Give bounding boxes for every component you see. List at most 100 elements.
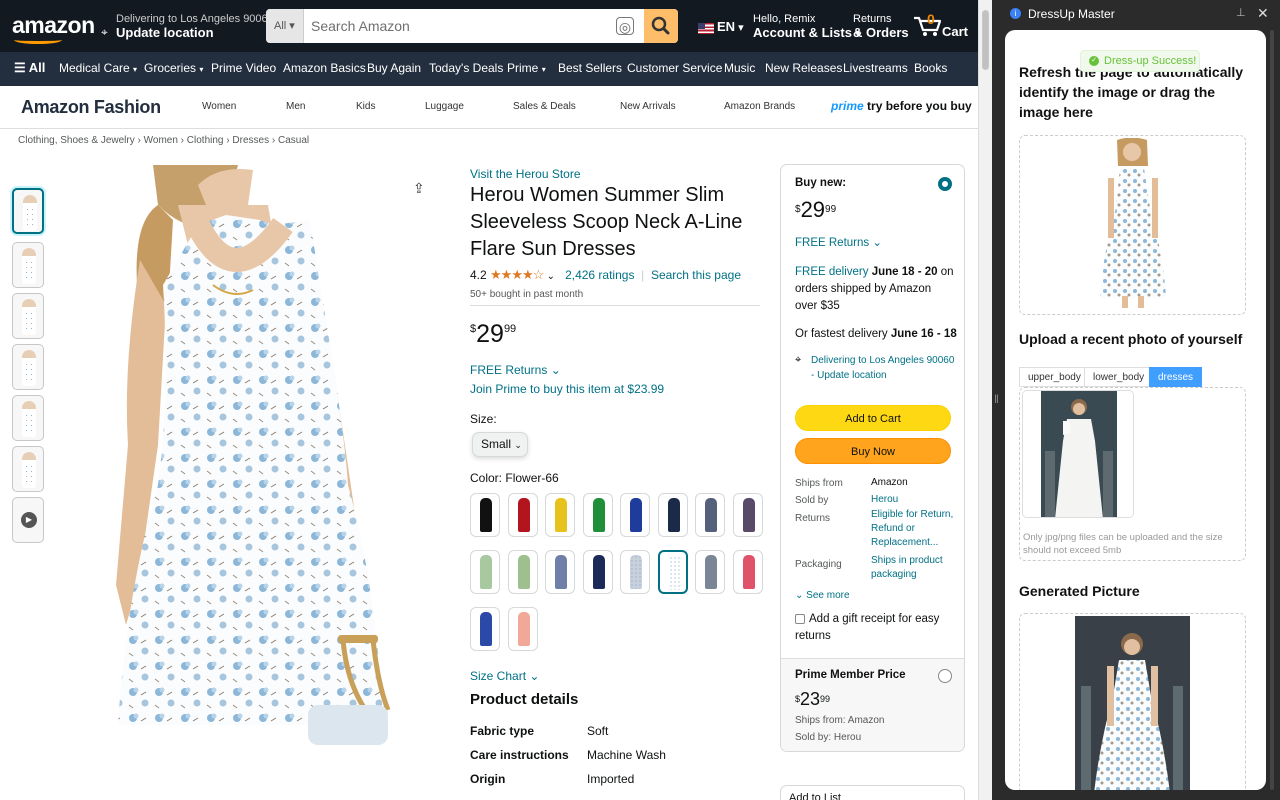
color-swatch[interactable] (582, 550, 613, 594)
color-swatch[interactable] (657, 550, 688, 594)
prime-member-radio[interactable] (938, 669, 952, 683)
add-to-cart-button[interactable]: Add to Cart (795, 405, 951, 431)
page-scrollbar[interactable] (978, 0, 992, 800)
amazon-logo[interactable]: amazon (12, 12, 95, 39)
nav-medical-care[interactable]: Medical Care ▾ (59, 61, 137, 75)
tab-lower-body[interactable]: lower_body (1084, 367, 1154, 387)
camera-search-icon[interactable]: ◎ (616, 17, 634, 35)
color-swatch[interactable] (470, 607, 500, 651)
add-to-list-button[interactable]: Add to List (780, 785, 965, 800)
video-thumbnail[interactable]: ▶ (12, 497, 44, 543)
tab-dresses[interactable]: dresses (1149, 367, 1203, 387)
join-prime-link[interactable]: Join Prime to buy this item at $23.99 (470, 382, 664, 396)
nav-buy-again[interactable]: Buy Again (367, 61, 421, 75)
fashion-kids[interactable]: Kids (356, 101, 375, 112)
breadcrumb-item[interactable]: Clothing, Shoes & Jewelry (18, 135, 135, 146)
nav-best-sellers[interactable]: Best Sellers (558, 61, 622, 75)
store-link[interactable]: Visit the Herou Store (470, 167, 581, 181)
gift-receipt-checkbox[interactable] (795, 613, 805, 624)
color-swatch[interactable] (507, 550, 538, 594)
search-input[interactable] (304, 9, 604, 43)
all-menu-button[interactable]: ☰ All (14, 60, 45, 76)
amazon-fashion-brand[interactable]: Amazon Fashion (21, 97, 161, 118)
buy-now-button[interactable]: Buy Now (795, 438, 951, 464)
nav-prime-video[interactable]: Prime Video (211, 61, 276, 75)
thumbnail-image[interactable] (12, 395, 44, 441)
color-swatch[interactable] (620, 493, 650, 537)
fashion-women[interactable]: Women (202, 101, 236, 112)
see-more-link[interactable]: ⌄ See more (795, 587, 850, 604)
fashion-luggage[interactable]: Luggage (425, 101, 464, 112)
breadcrumb-item[interactable]: Clothing (187, 135, 224, 146)
color-swatch[interactable] (695, 550, 725, 594)
returns-policy-link[interactable]: Eligible for Return, Refund or Replaceme… (871, 508, 955, 550)
thumbnail-image[interactable] (12, 242, 44, 288)
language-selector[interactable]: EN ▾ (698, 20, 744, 35)
buybox-free-returns[interactable]: FREE Returns ⌄ (795, 235, 882, 252)
color-swatch[interactable] (545, 493, 575, 537)
thumbnail-image[interactable] (12, 188, 44, 234)
fashion-amazon-brands[interactable]: Amazon Brands (724, 101, 795, 112)
nav-customer-service[interactable]: Customer Service (627, 61, 722, 75)
color-swatch[interactable] (582, 493, 613, 537)
nav-livestreams[interactable]: Livestreams (843, 61, 908, 75)
fashion-sales-deals[interactable]: Sales & Deals (513, 101, 576, 112)
color-swatch[interactable] (732, 550, 763, 594)
packaging-link[interactable]: Ships in product packaging (871, 554, 955, 582)
main-product-image[interactable] (48, 165, 442, 745)
scrollbar-thumb[interactable] (982, 10, 989, 70)
fashion-new-arrivals[interactable]: New Arrivals (620, 101, 676, 112)
size-chart-link[interactable]: Size Chart ⌄ (470, 669, 539, 683)
color-swatch[interactable] (470, 493, 500, 537)
user-photo-dropzone[interactable]: Only jpg/png files can be uploaded and t… (1019, 387, 1246, 561)
color-swatch[interactable] (620, 550, 650, 594)
star-rating-icon[interactable]: ★★★★☆ (490, 267, 544, 282)
breadcrumb-item[interactable]: Casual (278, 135, 309, 146)
product-image-dropzone[interactable] (1019, 135, 1246, 315)
thumbnail-image[interactable] (12, 446, 44, 492)
cart-link[interactable]: Cart (942, 25, 968, 40)
close-icon[interactable]: ✕ (1257, 5, 1269, 22)
nav-prime[interactable]: Prime ▾ (507, 61, 546, 75)
resize-handle-icon[interactable]: ‖ (994, 392, 999, 406)
breadcrumb-item[interactable]: Dresses (232, 135, 269, 146)
fashion-men[interactable]: Men (286, 101, 305, 112)
free-returns-link[interactable]: FREE Returns ⌄ (470, 363, 561, 377)
color-swatch[interactable] (695, 493, 725, 537)
breadcrumb-item[interactable]: Women (144, 135, 178, 146)
color-swatch[interactable] (545, 550, 575, 594)
nav-groceries[interactable]: Groceries ▾ (144, 61, 203, 75)
thumbnail-image[interactable] (12, 344, 44, 390)
buybox-deliver-to[interactable]: ⌖ Delivering to Los Angeles 90060 - Updat… (795, 353, 955, 383)
color-swatch[interactable] (657, 493, 688, 537)
nav-todays-deals[interactable]: Today's Deals (429, 61, 503, 75)
prime-try-before-you-buy[interactable]: prime try before you buy (831, 99, 972, 113)
extension-scrollbar[interactable] (1270, 30, 1274, 790)
color-swatch[interactable] (507, 607, 538, 651)
nav-new-releases[interactable]: New Releases (765, 61, 842, 75)
sold-by-link[interactable]: Herou (871, 491, 898, 508)
share-icon[interactable]: ⇪ (413, 180, 425, 197)
pin-icon[interactable]: ⊥ (1236, 6, 1246, 19)
search-this-page-link[interactable]: Search this page (651, 268, 741, 282)
search-category-select[interactable]: All ▾ (266, 9, 304, 43)
delivery-location[interactable]: ⌖ Delivering to Los Angeles 90060 Update… (100, 12, 274, 40)
buy-new-radio[interactable] (938, 177, 952, 191)
ratings-count-link[interactable]: 2,426 ratings (565, 268, 634, 282)
color-swatch[interactable] (470, 550, 500, 594)
size-dropdown[interactable]: Small ⌄ (472, 432, 528, 457)
returns-orders[interactable]: Returns & Orders (853, 13, 909, 41)
nav-books[interactable]: Books (914, 61, 947, 75)
color-swatch[interactable] (507, 493, 538, 537)
nav-amazon-basics[interactable]: Amazon Basics (283, 61, 366, 75)
dress-model-photo (116, 165, 391, 745)
account-menu[interactable]: Hello, Remix Account & Lists ▾ (753, 13, 861, 41)
chevron-down-icon[interactable]: ⌄ (547, 271, 555, 282)
user-photo-thumbnail[interactable] (1022, 390, 1134, 518)
search-button[interactable] (644, 9, 678, 43)
free-delivery-link[interactable]: FREE delivery (795, 266, 869, 278)
color-swatch[interactable] (732, 493, 763, 537)
nav-music[interactable]: Music (724, 61, 755, 75)
thumbnail-image[interactable] (12, 293, 44, 339)
tab-upper-body[interactable]: upper_body (1019, 367, 1090, 387)
